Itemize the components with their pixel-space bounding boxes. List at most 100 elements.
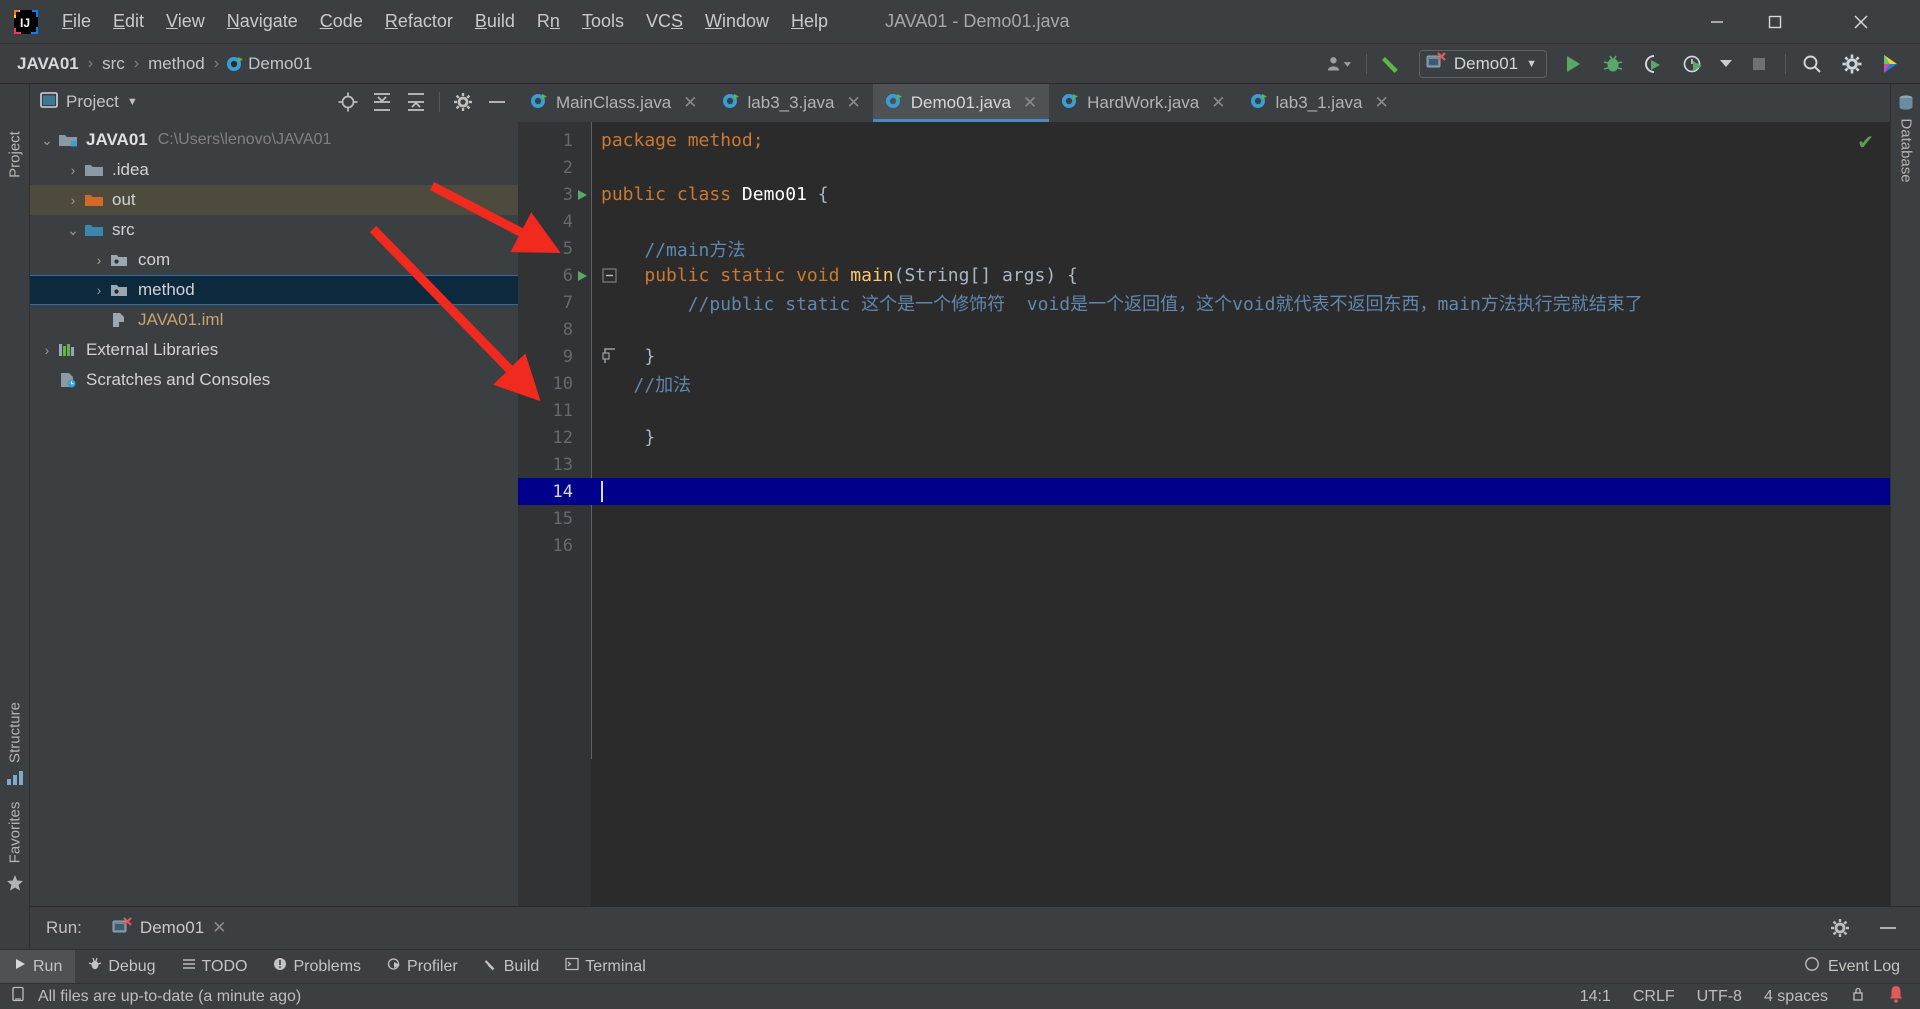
code-line-3[interactable]: 3 public class Demo01 { <box>518 181 1890 208</box>
tree-row-scratches[interactable]: Scratches and Consoles <box>30 365 518 395</box>
code-line-6[interactable]: 6 public static void main(String[] args)… <box>518 262 1890 289</box>
close-icon[interactable]: ✕ <box>846 93 860 113</box>
menu-navigate[interactable]: Navigate <box>216 9 309 34</box>
indent-setting[interactable]: 4 spaces <box>1764 988 1828 1006</box>
code-line-16[interactable]: 16 <box>518 532 1890 559</box>
caret-position[interactable]: 14:1 <box>1580 988 1611 1006</box>
event-log-button[interactable]: Event Log <box>1804 956 1920 977</box>
window-close-button[interactable] <box>1832 0 1890 44</box>
code-line-7[interactable]: 7 //public static 这个是一个修饰符 void是一个返回值，这个… <box>518 289 1890 316</box>
close-icon[interactable]: ✕ <box>1375 93 1389 113</box>
chevron-down-icon[interactable]: ▼ <box>127 96 138 108</box>
profiler-icon[interactable] <box>1679 50 1707 78</box>
run-configuration-selector[interactable]: Demo01 ▼ <box>1418 49 1547 78</box>
hammer-build-icon[interactable] <box>1379 50 1407 78</box>
ide-plugin-icon[interactable] <box>1878 50 1906 78</box>
code-line-1[interactable]: 1 package method; <box>518 127 1890 154</box>
window-maximize-button[interactable] <box>1746 0 1804 44</box>
window-minimize-button[interactable] <box>1688 0 1746 44</box>
breadcrumb-project[interactable]: JAVA01 <box>14 54 82 74</box>
hide-panel-icon[interactable] <box>486 91 508 113</box>
tree-row-idea[interactable]: › .idea <box>30 155 518 185</box>
menu-refactor[interactable]: Refactor <box>374 9 464 34</box>
chevron-down-icon[interactable]: ⌄ <box>62 222 84 239</box>
code-fold-end-icon[interactable] <box>602 348 617 369</box>
file-encoding[interactable]: UTF-8 <box>1697 988 1742 1006</box>
tool-button-database[interactable]: Database <box>1898 108 1915 194</box>
code-line-5[interactable]: 5 //main方法 <box>518 235 1890 262</box>
menu-tools[interactable]: Tools <box>571 9 635 34</box>
chevron-right-icon[interactable]: › <box>88 252 110 268</box>
editor-tab-lab3-3[interactable]: lab3_3.java ✕ <box>710 84 873 122</box>
run-gutter-icon[interactable] <box>573 269 591 283</box>
code-line-12[interactable]: 12 } <box>518 424 1890 451</box>
menu-vcs[interactable]: VCS <box>635 9 694 34</box>
settings-gear-icon[interactable] <box>452 91 474 113</box>
run-with-coverage-icon[interactable] <box>1639 50 1667 78</box>
lock-icon[interactable] <box>1850 986 1866 1007</box>
tree-row-external-libraries[interactable]: › External Libraries <box>30 335 518 365</box>
breadcrumb-method[interactable]: method <box>145 54 208 74</box>
menu-view[interactable]: View <box>155 9 216 34</box>
close-icon[interactable]: ✕ <box>1211 93 1225 113</box>
collapse-all-icon[interactable] <box>405 91 427 113</box>
close-icon[interactable]: ✕ <box>212 918 226 938</box>
debug-icon[interactable] <box>1599 50 1627 78</box>
notification-icon[interactable] <box>1888 985 1904 1008</box>
tool-button-structure[interactable]: Structure <box>7 690 24 776</box>
code-line-8[interactable]: 8 <box>518 316 1890 343</box>
settings-gear-icon[interactable] <box>1838 50 1866 78</box>
editor-tab-demo01[interactable]: Demo01.java ✕ <box>872 84 1050 122</box>
settings-gear-icon[interactable] <box>1826 914 1854 942</box>
menu-file[interactable]: File <box>51 9 102 34</box>
project-tree[interactable]: ⌄ JAVA01 C:\Users\lenovo\JAVA01 › .idea … <box>30 120 518 906</box>
close-icon[interactable]: ✕ <box>1023 93 1037 113</box>
code-line-13[interactable]: 13 <box>518 451 1890 478</box>
menu-build[interactable]: Build <box>464 9 526 34</box>
tool-button-todo[interactable]: TODO <box>169 950 261 984</box>
chevron-right-icon[interactable]: › <box>62 192 84 208</box>
tool-button-build[interactable]: Build <box>471 950 553 984</box>
stop-icon[interactable] <box>1745 50 1773 78</box>
chevron-right-icon[interactable]: › <box>88 282 110 298</box>
tree-row-src[interactable]: ⌄ src <box>30 215 518 245</box>
breadcrumb-src[interactable]: src <box>99 54 128 74</box>
run-icon[interactable] <box>1559 50 1587 78</box>
chevron-right-icon[interactable]: › <box>36 342 58 358</box>
editor-tab-lab3-1[interactable]: lab3_1.java ✕ <box>1238 84 1401 122</box>
menu-help[interactable]: Help <box>780 9 839 34</box>
code-line-14[interactable]: 14 <box>518 478 1890 506</box>
tool-button-profiler[interactable]: Profiler <box>374 950 471 984</box>
tool-button-terminal[interactable]: Terminal <box>552 950 658 984</box>
code-line-15[interactable]: 15 <box>518 505 1890 532</box>
line-separator[interactable]: CRLF <box>1633 988 1675 1006</box>
tree-row-out[interactable]: › out <box>30 185 518 215</box>
structure-icon[interactable] <box>6 769 24 787</box>
code-line-2[interactable]: 2 <box>518 154 1890 181</box>
code-line-10[interactable]: 10 //加法 <box>518 370 1890 397</box>
tree-row-method[interactable]: › method <box>30 275 518 305</box>
tree-row-com[interactable]: › com <box>30 245 518 275</box>
tool-button-favorites[interactable]: Favorites <box>7 790 24 876</box>
expand-all-icon[interactable] <box>371 91 393 113</box>
code-line-9[interactable]: 9 } <box>518 343 1890 370</box>
menu-edit[interactable]: Edit <box>102 9 155 34</box>
code-fold-start-icon[interactable] <box>602 268 617 288</box>
chevron-down-icon[interactable]: ⌄ <box>36 132 58 149</box>
code-line-4[interactable]: 4 <box>518 208 1890 235</box>
tool-button-problems[interactable]: Problems <box>260 950 374 984</box>
code-line-11[interactable]: 11 <box>518 397 1890 424</box>
menu-code[interactable]: Code <box>309 9 374 34</box>
tree-row-java01[interactable]: ⌄ JAVA01 C:\Users\lenovo\JAVA01 <box>30 125 518 155</box>
tool-button-run[interactable]: Run <box>0 949 76 984</box>
run-panel-tab[interactable]: Demo01 ✕ <box>112 916 226 940</box>
tree-row-iml[interactable]: JAVA01.iml <box>30 305 518 335</box>
locate-icon[interactable] <box>337 91 359 113</box>
user-dropdown-icon[interactable] <box>1326 50 1354 78</box>
hide-panel-icon[interactable] <box>1874 914 1902 942</box>
profiler-dropdown-icon[interactable] <box>1719 50 1733 78</box>
chevron-right-icon[interactable]: › <box>62 162 84 178</box>
run-gutter-icon[interactable] <box>573 188 591 202</box>
tool-button-debug[interactable]: Debug <box>75 950 168 984</box>
menu-window[interactable]: Window <box>694 9 780 34</box>
